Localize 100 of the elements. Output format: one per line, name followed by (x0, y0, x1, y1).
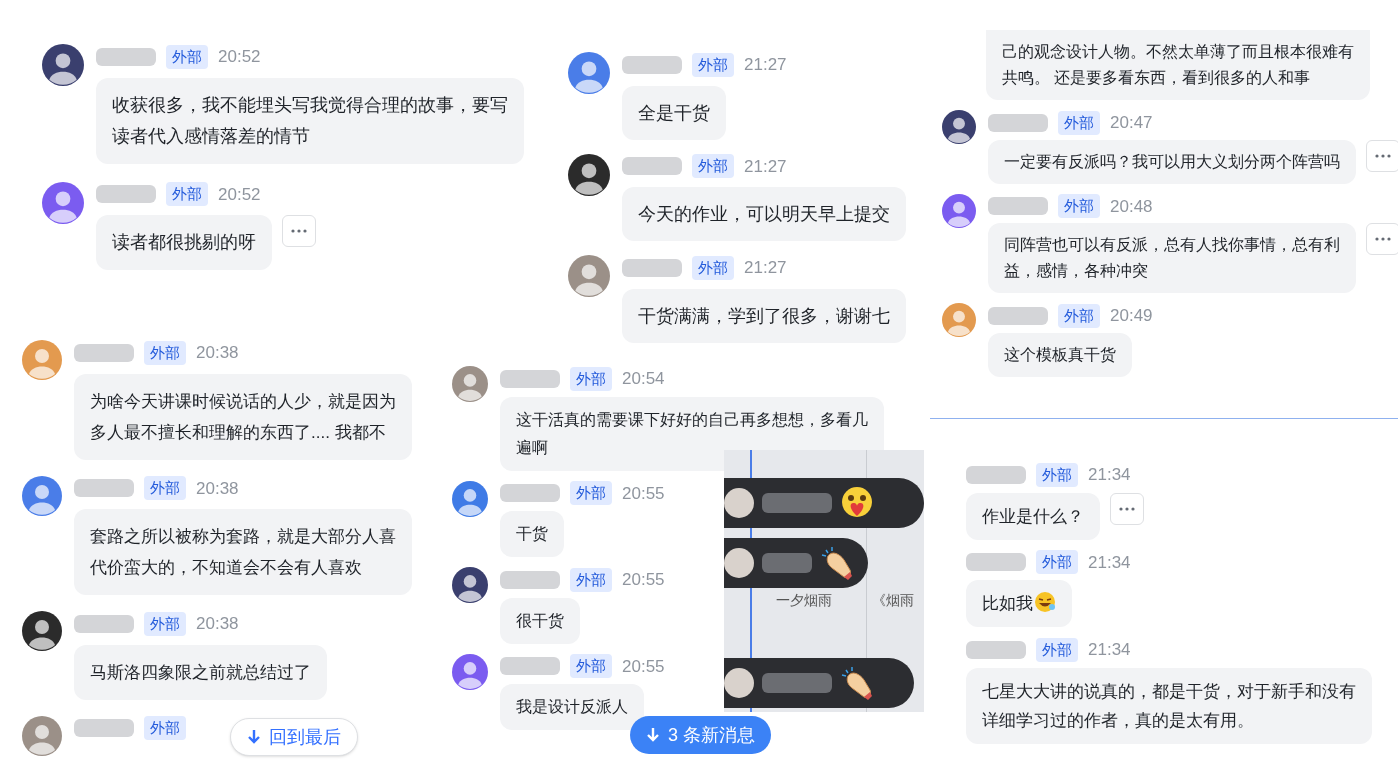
message-time: 21:27 (744, 155, 787, 178)
message-time: 20:49 (1110, 305, 1153, 327)
external-tag: 外部 (570, 366, 612, 391)
message-bubble: 今天的作业，可以明天早上提交 (622, 187, 906, 241)
avatar (568, 255, 610, 297)
message-time: 20:38 (196, 342, 239, 364)
message-bubble: 套路之所以被称为套路，就是大部分人喜 代价蛮大的，不知道会不会有人喜欢 (74, 509, 412, 595)
avatar (22, 611, 62, 651)
avatar (942, 193, 976, 228)
external-tag: 外部 (1036, 462, 1078, 487)
more-icon (1375, 153, 1391, 158)
external-tag: 外部 (570, 481, 612, 506)
blurred-name (74, 343, 134, 362)
blurred-name (762, 673, 832, 693)
more-icon (1375, 237, 1391, 241)
jump-to-latest-button[interactable]: 回到最后 (230, 718, 358, 756)
external-tag: 外部 (166, 182, 208, 207)
avatar (42, 181, 84, 224)
message-bubble: 同阵营也可以有反派，总有人找你事情，总有利 益，感情，各种冲突 (988, 223, 1356, 293)
message-bubble: 我是设计反派人 (500, 684, 644, 730)
new-messages-button[interactable]: 3 条新消息 (630, 716, 771, 754)
avatar (942, 303, 976, 337)
external-tag: 外部 (570, 567, 612, 592)
more-icon (291, 229, 307, 233)
message-time: 21:34 (1088, 639, 1131, 661)
message-bubble: 己的观念设计人物。不然太单薄了而且根本很难有 共鸣。 还是要多看东西，看到很多的人和事 (986, 30, 1370, 100)
message-bubble: 干货 (500, 511, 564, 557)
message-bubble: 七星大大讲的说真的，都是干货，对于新手和没有 详细学习过的作者，真的是太有用。 (966, 667, 1372, 744)
message-time: 20:38 (196, 613, 239, 635)
message-bubble: 作业是什么？ (966, 492, 1100, 540)
message-bubble: 为啥今天讲课时候说话的人少，就是因为 多人最不擅长和理解的东西了.... 我都不 (74, 373, 412, 460)
blurred-name (966, 640, 1026, 659)
message-time: 20:55 (622, 655, 665, 678)
more-icon (1119, 506, 1135, 511)
external-tag: 外部 (144, 715, 186, 740)
avatar (568, 153, 610, 196)
external-tag: 外部 (692, 52, 734, 77)
avatar (22, 340, 62, 380)
message-time: 20:52 (218, 46, 261, 68)
clapping-hands-icon (840, 666, 874, 700)
external-tag: 外部 (144, 476, 186, 501)
avatar (42, 44, 84, 86)
blurred-name (622, 55, 682, 74)
avatar (724, 668, 754, 698)
blurred-name (500, 657, 560, 676)
message-time: 21:34 (1088, 464, 1131, 486)
message-time: 21:27 (744, 54, 787, 76)
blurred-name (762, 493, 832, 513)
more-button[interactable] (1110, 492, 1144, 525)
message-time: 21:27 (744, 257, 787, 279)
message-time: 20:47 (1110, 112, 1153, 134)
message-time: 20:55 (622, 482, 665, 505)
avatar (452, 366, 488, 402)
external-tag: 外部 (1036, 550, 1078, 575)
blurred-name (988, 197, 1048, 216)
more-button[interactable] (1366, 223, 1398, 255)
arrow-down-icon (247, 729, 261, 745)
blurred-name (500, 484, 560, 503)
message-bubble: 一定要有反派吗？我可以用大义划分两个阵营吗 (988, 139, 1356, 184)
blurred-name (96, 185, 156, 204)
external-tag: 外部 (1058, 110, 1100, 135)
more-button[interactable] (1366, 139, 1398, 172)
avatar (942, 110, 976, 144)
message-bubble: 读者都很挑剔的呀 (96, 215, 272, 270)
blurred-name (762, 553, 812, 573)
video-caption: 《烟雨 (872, 591, 914, 610)
avatar (568, 52, 610, 94)
external-tag: 外部 (144, 611, 186, 636)
more-button[interactable] (282, 215, 316, 247)
external-tag: 外部 (144, 340, 186, 365)
message-bubble: 收获很多，我不能埋头写我觉得合理的故事，要写 读者代入感情落差的情节 (96, 77, 524, 164)
clapping-hands-icon (820, 546, 854, 580)
arrow-down-icon (646, 727, 660, 743)
avatar (724, 488, 754, 518)
video-caption: 一夕烟雨 (776, 591, 832, 610)
external-tag: 外部 (570, 654, 612, 679)
external-tag: 外部 (1058, 303, 1100, 328)
blurred-name (74, 479, 134, 498)
blurred-name (74, 614, 134, 633)
message-time: 20:38 (196, 477, 239, 500)
blurred-name (622, 258, 682, 277)
external-tag: 外部 (166, 44, 208, 69)
external-tag: 外部 (1036, 637, 1078, 662)
message-time: 20:48 (1110, 195, 1153, 218)
external-tag: 外部 (1058, 194, 1100, 219)
external-tag: 外部 (692, 255, 734, 280)
avatar (452, 567, 488, 603)
message-time: 20:54 (622, 368, 665, 390)
avatar (724, 548, 754, 578)
avatar (452, 653, 488, 690)
blurred-name (74, 718, 134, 737)
blurred-name (988, 113, 1048, 132)
message-bubble: 很干货 (500, 597, 580, 644)
message-time: 20:52 (218, 183, 261, 206)
message-bubble: 马斯洛四象限之前就总结过了 (74, 644, 327, 700)
blurred-name (622, 157, 682, 176)
blurred-name (500, 369, 560, 388)
blurred-name (988, 306, 1048, 325)
blurred-name (96, 47, 156, 66)
message-time: 21:34 (1088, 551, 1131, 574)
